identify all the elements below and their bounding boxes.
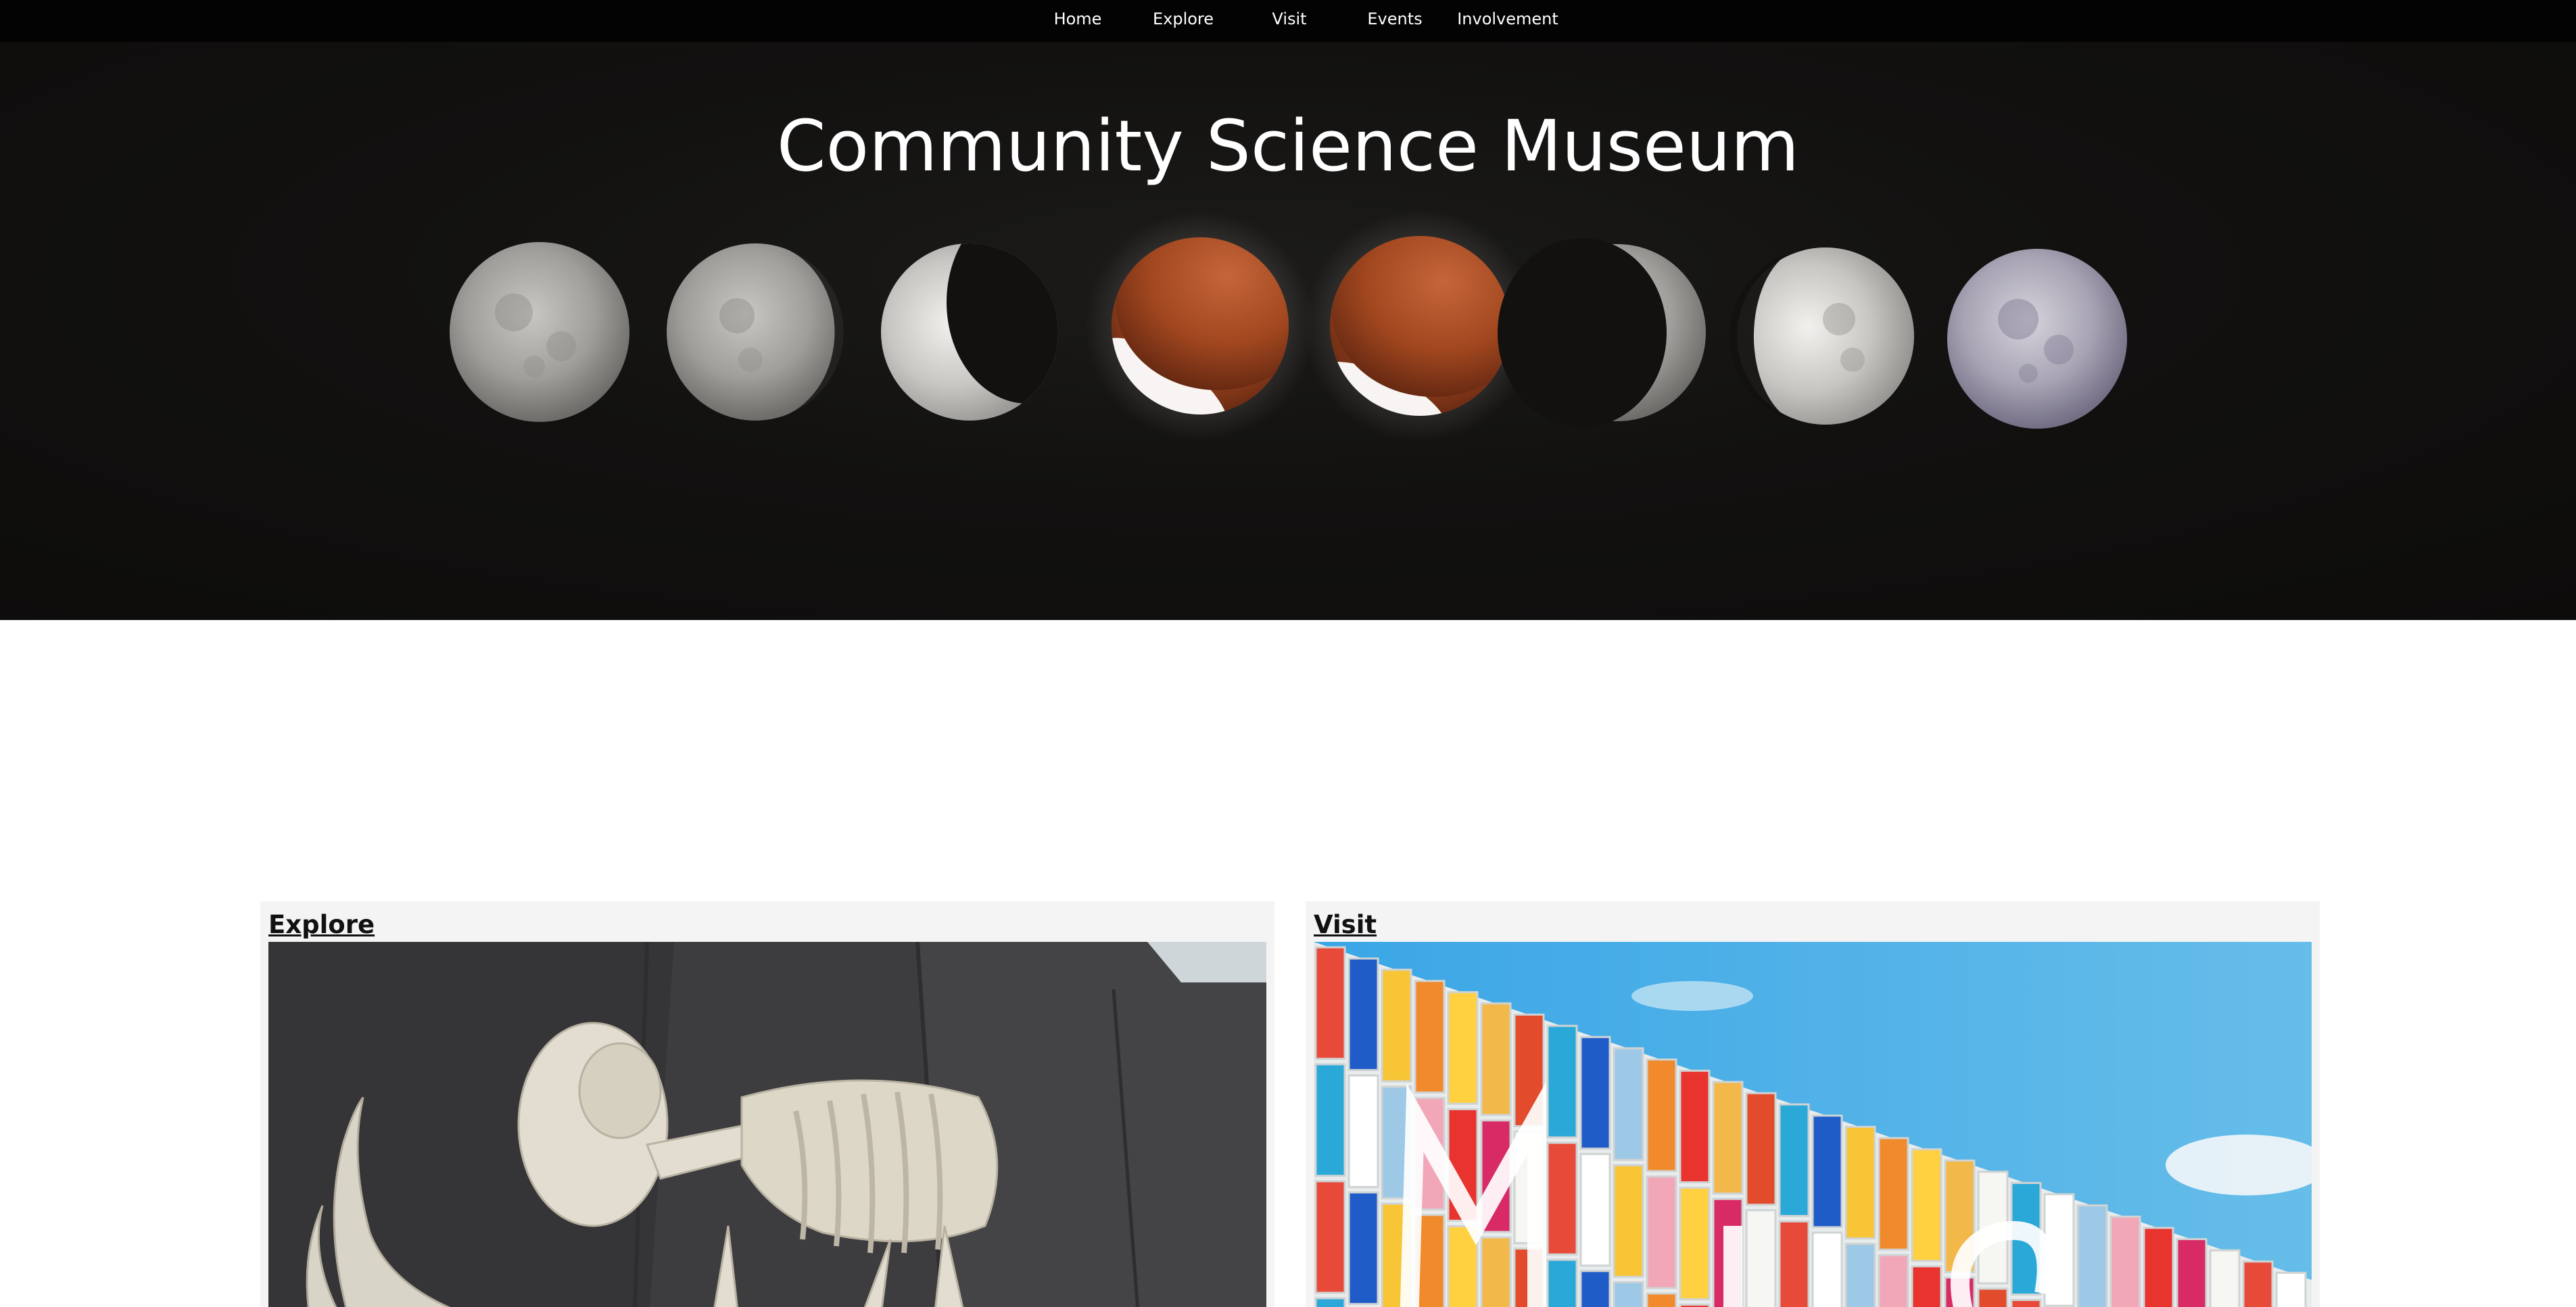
moon-phase-6 <box>1498 238 1706 427</box>
hero-banner: Community Science Museum <box>0 42 2576 620</box>
top-nav: Home Explore Visit Events Involvement <box>0 0 2576 42</box>
moon-phase-4 <box>1085 211 1315 441</box>
moon-phase-7 <box>1730 247 1914 425</box>
visit-card-title[interactable]: Visit <box>1314 910 1377 940</box>
explore-card[interactable]: Explore <box>260 901 1274 1307</box>
moon-phase-1 <box>450 242 629 422</box>
moon-phase-3 <box>881 243 1058 421</box>
visit-card[interactable]: Visit <box>1306 901 2320 1307</box>
mammoth-skeleton-image <box>268 942 1266 1307</box>
museum-facade-image <box>1314 942 2312 1307</box>
nav-link-explore[interactable]: Explore <box>1153 0 1214 42</box>
explore-card-title[interactable]: Explore <box>268 910 375 940</box>
nav-link-events[interactable]: Events <box>1367 0 1422 42</box>
moon-phase-8 <box>1947 249 2127 429</box>
lunar-eclipse-image <box>450 210 2127 442</box>
moon-phase-2 <box>667 243 844 421</box>
nav-link-home[interactable]: Home <box>1054 0 1102 42</box>
nav-link-visit[interactable]: Visit <box>1272 0 1306 42</box>
nav-link-involvement[interactable]: Involvement <box>1457 0 1558 42</box>
